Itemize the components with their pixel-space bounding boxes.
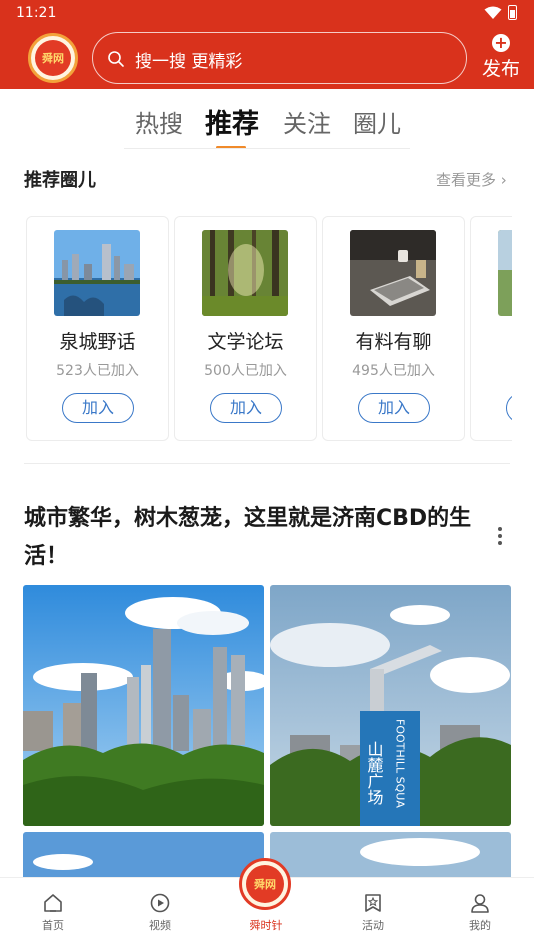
join-button[interactable]: 加入 bbox=[62, 393, 134, 423]
circle-card[interactable]: 文学论坛 500人已加入 加入 bbox=[174, 216, 317, 441]
publish-button[interactable]: + 发布 bbox=[478, 34, 524, 84]
circle-card[interactable]: 有料有聊 495人已加入 加入 bbox=[322, 216, 465, 441]
logo-text: 舜网 bbox=[35, 40, 71, 76]
nav-label: 舜时针 bbox=[249, 919, 283, 932]
join-button[interactable]: 加入 bbox=[358, 393, 430, 423]
search-icon bbox=[108, 51, 124, 67]
tab-recommend[interactable]: 推荐 bbox=[205, 102, 259, 141]
circle-cards-scroller[interactable]: 泉城野话 523人已加入 加入 文学论坛 500人已加入 加入 有料有聊 495… bbox=[26, 216, 512, 442]
activity-icon bbox=[365, 894, 381, 912]
nav-activity[interactable]: 活动 bbox=[343, 892, 403, 933]
circle-card[interactable]: 青 38 加入 bbox=[470, 216, 512, 441]
app-root: 11:21 舜网 搜一搜 更精彩 + 发布 热搜 推荐 关注 圈儿 推荐圈儿 查… bbox=[0, 0, 534, 950]
tab-circles[interactable]: 圈儿 bbox=[353, 104, 401, 139]
feed-tabs: 热搜 推荐 关注 圈儿 bbox=[0, 89, 534, 149]
nav-label: 活动 bbox=[362, 919, 384, 932]
tab-hot[interactable]: 热搜 bbox=[135, 104, 183, 139]
sign-text-cn: 山麓广场 bbox=[365, 741, 384, 806]
post-title[interactable]: 城市繁华，树木葱茏，这里就是济南CBD的生活！ bbox=[24, 500, 474, 576]
circle-name: 青 bbox=[471, 327, 512, 354]
circle-thumbnail bbox=[202, 230, 288, 316]
publish-label: 发布 bbox=[481, 58, 520, 80]
profile-icon bbox=[471, 894, 489, 913]
top-header: 11:21 舜网 搜一搜 更精彩 + 发布 bbox=[0, 0, 534, 89]
see-more-link[interactable]: 查看更多 › bbox=[436, 169, 507, 190]
join-button[interactable]: 加入 bbox=[210, 393, 282, 423]
post-photo[interactable] bbox=[23, 585, 264, 826]
section-divider bbox=[24, 463, 510, 464]
join-button[interactable]: 加入 bbox=[506, 393, 512, 423]
battery-icon bbox=[508, 5, 517, 20]
circle-name: 文学论坛 bbox=[207, 331, 284, 353]
circle-thumbnail bbox=[498, 230, 512, 316]
nav-profile[interactable]: 我的 bbox=[450, 892, 510, 933]
status-time: 11:21 bbox=[16, 5, 57, 21]
search-bar[interactable]: 搜一搜 更精彩 bbox=[92, 32, 467, 84]
bottom-navigation: 首页 视频 舜时针 舜网 活动 我的 bbox=[0, 858, 534, 950]
circle-name: 有料有聊 bbox=[355, 331, 432, 353]
search-placeholder: 搜一搜 更精彩 bbox=[135, 52, 243, 72]
more-options-icon[interactable] bbox=[494, 527, 506, 549]
circle-thumbnail bbox=[54, 230, 140, 316]
plus-icon: + bbox=[492, 34, 510, 52]
circle-member-count: 500人已加入 bbox=[204, 363, 287, 379]
circle-thumbnail bbox=[350, 230, 436, 316]
circle-card[interactable]: 泉城野话 523人已加入 加入 bbox=[26, 216, 169, 441]
wifi-icon bbox=[484, 6, 502, 19]
nav-home[interactable]: 首页 bbox=[23, 892, 83, 933]
app-logo[interactable]: 舜网 bbox=[28, 33, 78, 83]
circle-name: 泉城野话 bbox=[59, 331, 136, 353]
video-icon bbox=[150, 893, 170, 913]
home-icon bbox=[44, 894, 62, 912]
sign-text-en: FOOTHILL SQUA bbox=[394, 719, 407, 808]
post-photo[interactable]: 山麓广场 FOOTHILL SQUA bbox=[270, 585, 511, 826]
section-title: 推荐圈儿 bbox=[24, 170, 96, 191]
tabs-divider bbox=[124, 148, 410, 149]
circle-member-count: 523人已加入 bbox=[56, 363, 139, 379]
shunshizhen-logo-icon[interactable]: 舜网 bbox=[239, 858, 291, 910]
circle-member-count: 495人已加入 bbox=[352, 363, 435, 379]
circle-member-count: 38 bbox=[471, 360, 512, 376]
nav-label: 首页 bbox=[42, 919, 64, 932]
nav-label: 视频 bbox=[149, 919, 171, 932]
center-logo-text: 舜网 bbox=[246, 865, 284, 903]
tab-follow[interactable]: 关注 bbox=[283, 104, 331, 139]
nav-label: 我的 bbox=[469, 919, 491, 932]
status-bar: 11:21 bbox=[0, 0, 534, 26]
nav-video[interactable]: 视频 bbox=[130, 892, 190, 933]
